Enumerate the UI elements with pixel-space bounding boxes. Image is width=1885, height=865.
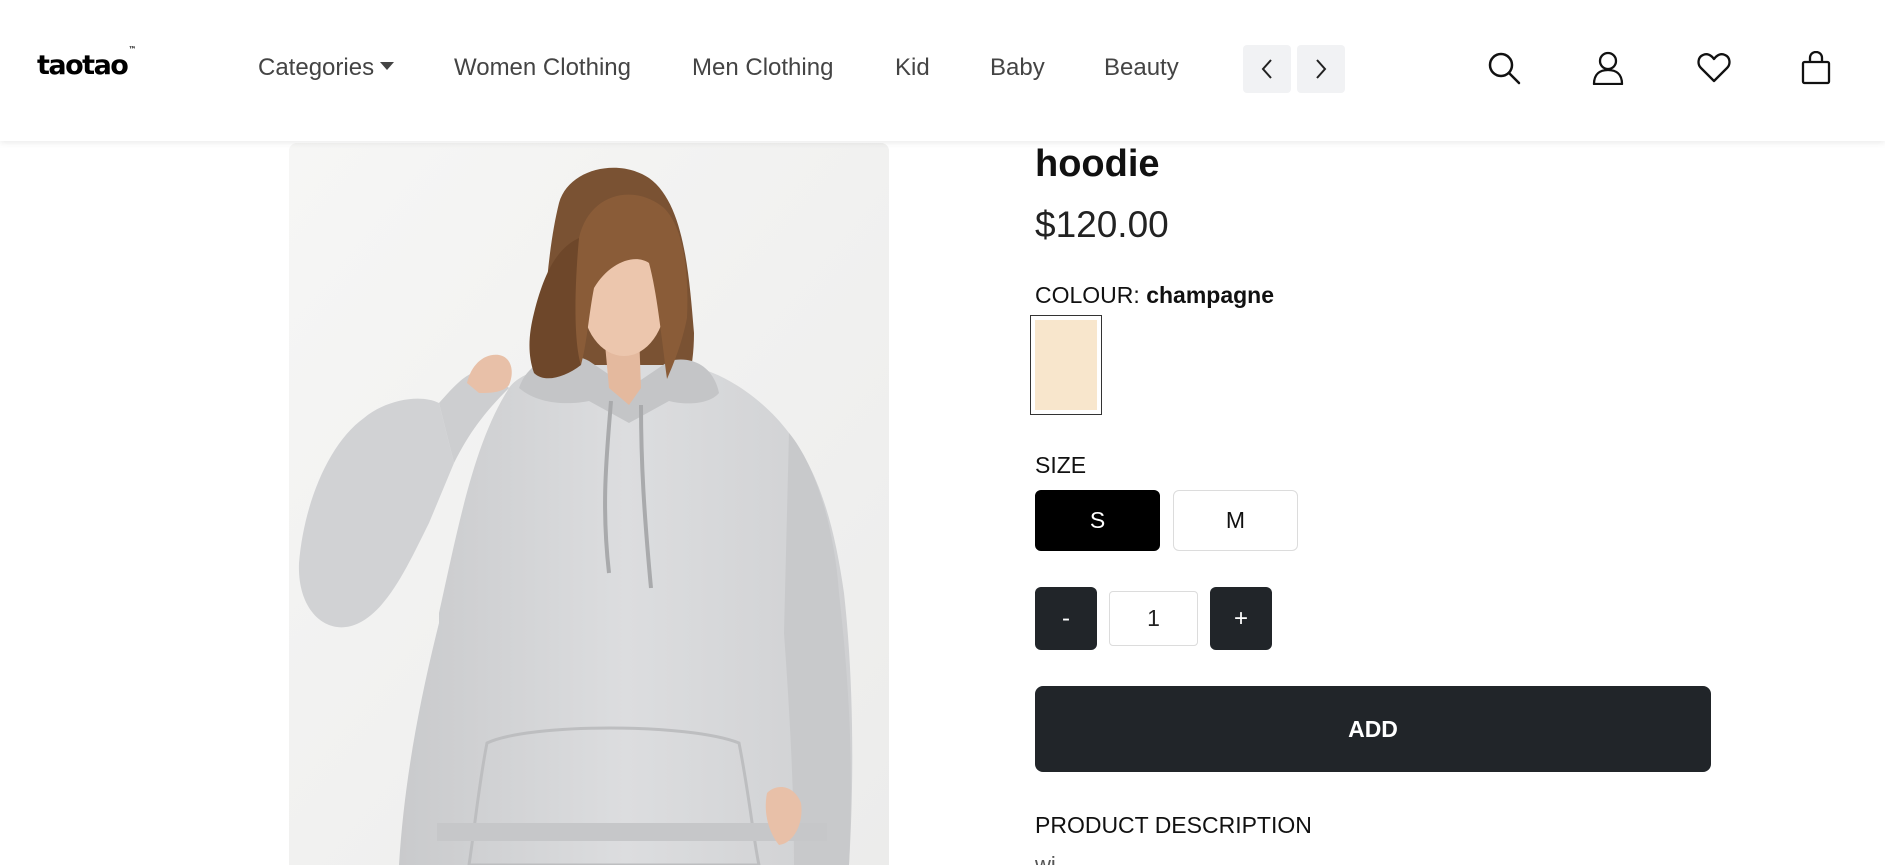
nav-item-label: Beauty xyxy=(1104,54,1179,81)
cart-button[interactable] xyxy=(1798,48,1834,88)
nav-item-beauty[interactable]: Beauty xyxy=(1104,54,1179,82)
nav-scroll-left-button[interactable] xyxy=(1243,45,1291,93)
quantity-increase-button[interactable]: + xyxy=(1210,587,1272,650)
quantity-decrease-button[interactable]: - xyxy=(1035,587,1097,650)
quantity-input[interactable] xyxy=(1109,591,1198,646)
product-image[interactable] xyxy=(289,143,889,865)
size-label: SIZE xyxy=(1035,452,1087,478)
size-option-m[interactable]: M xyxy=(1173,490,1298,551)
colour-swatch-champagne[interactable] xyxy=(1030,315,1102,415)
nav-item-label: Baby xyxy=(990,54,1045,81)
trademark-mark: ™ xyxy=(128,45,137,54)
search-icon xyxy=(1488,52,1521,85)
caret-down-icon xyxy=(380,61,395,70)
size-option-s[interactable]: S xyxy=(1035,490,1160,551)
nav-item-baby[interactable]: Baby xyxy=(990,54,1045,82)
nav-item-label: Men Clothing xyxy=(692,54,834,81)
site-header: taotao™ Categories Women Clothing Men Cl… xyxy=(0,0,1885,141)
colour-label: COLOUR: champagne xyxy=(1035,282,1274,309)
account-button[interactable] xyxy=(1590,48,1626,88)
heart-icon xyxy=(1697,53,1731,83)
nav-item-men-clothing[interactable]: Men Clothing xyxy=(692,54,833,82)
nav-item-women-clothing[interactable]: Women Clothing xyxy=(454,54,631,82)
chevron-right-icon xyxy=(1316,59,1327,79)
search-button[interactable] xyxy=(1486,48,1522,88)
nav-item-label: Categories xyxy=(258,54,375,81)
nav-item-categories[interactable]: Categories xyxy=(258,54,395,82)
shopping-bag-icon xyxy=(1801,51,1831,85)
colour-label-text: COLOUR: xyxy=(1035,282,1140,308)
product-description-label: PRODUCT DESCRIPTION xyxy=(1035,812,1312,838)
nav-item-kid[interactable]: Kid xyxy=(895,54,930,82)
colour-swatch-fill xyxy=(1035,320,1097,410)
hoodie-model-photo xyxy=(289,143,889,865)
nav-scroll-right-button[interactable] xyxy=(1297,45,1345,93)
product-price: $120.00 xyxy=(1035,204,1169,245)
product-description-text: wi xyxy=(1035,852,1056,865)
user-icon xyxy=(1592,51,1624,85)
add-to-cart-button[interactable]: ADD xyxy=(1035,686,1711,772)
logo-text: taotao xyxy=(37,50,129,81)
site-logo[interactable]: taotao™ xyxy=(37,45,136,81)
colour-value: champagne xyxy=(1146,282,1275,308)
product-title: hoodie xyxy=(1035,143,1160,185)
chevron-left-icon xyxy=(1261,59,1272,79)
wishlist-button[interactable] xyxy=(1696,48,1732,88)
nav-item-label: Kid xyxy=(895,54,930,81)
nav-item-label: Women Clothing xyxy=(454,54,631,81)
